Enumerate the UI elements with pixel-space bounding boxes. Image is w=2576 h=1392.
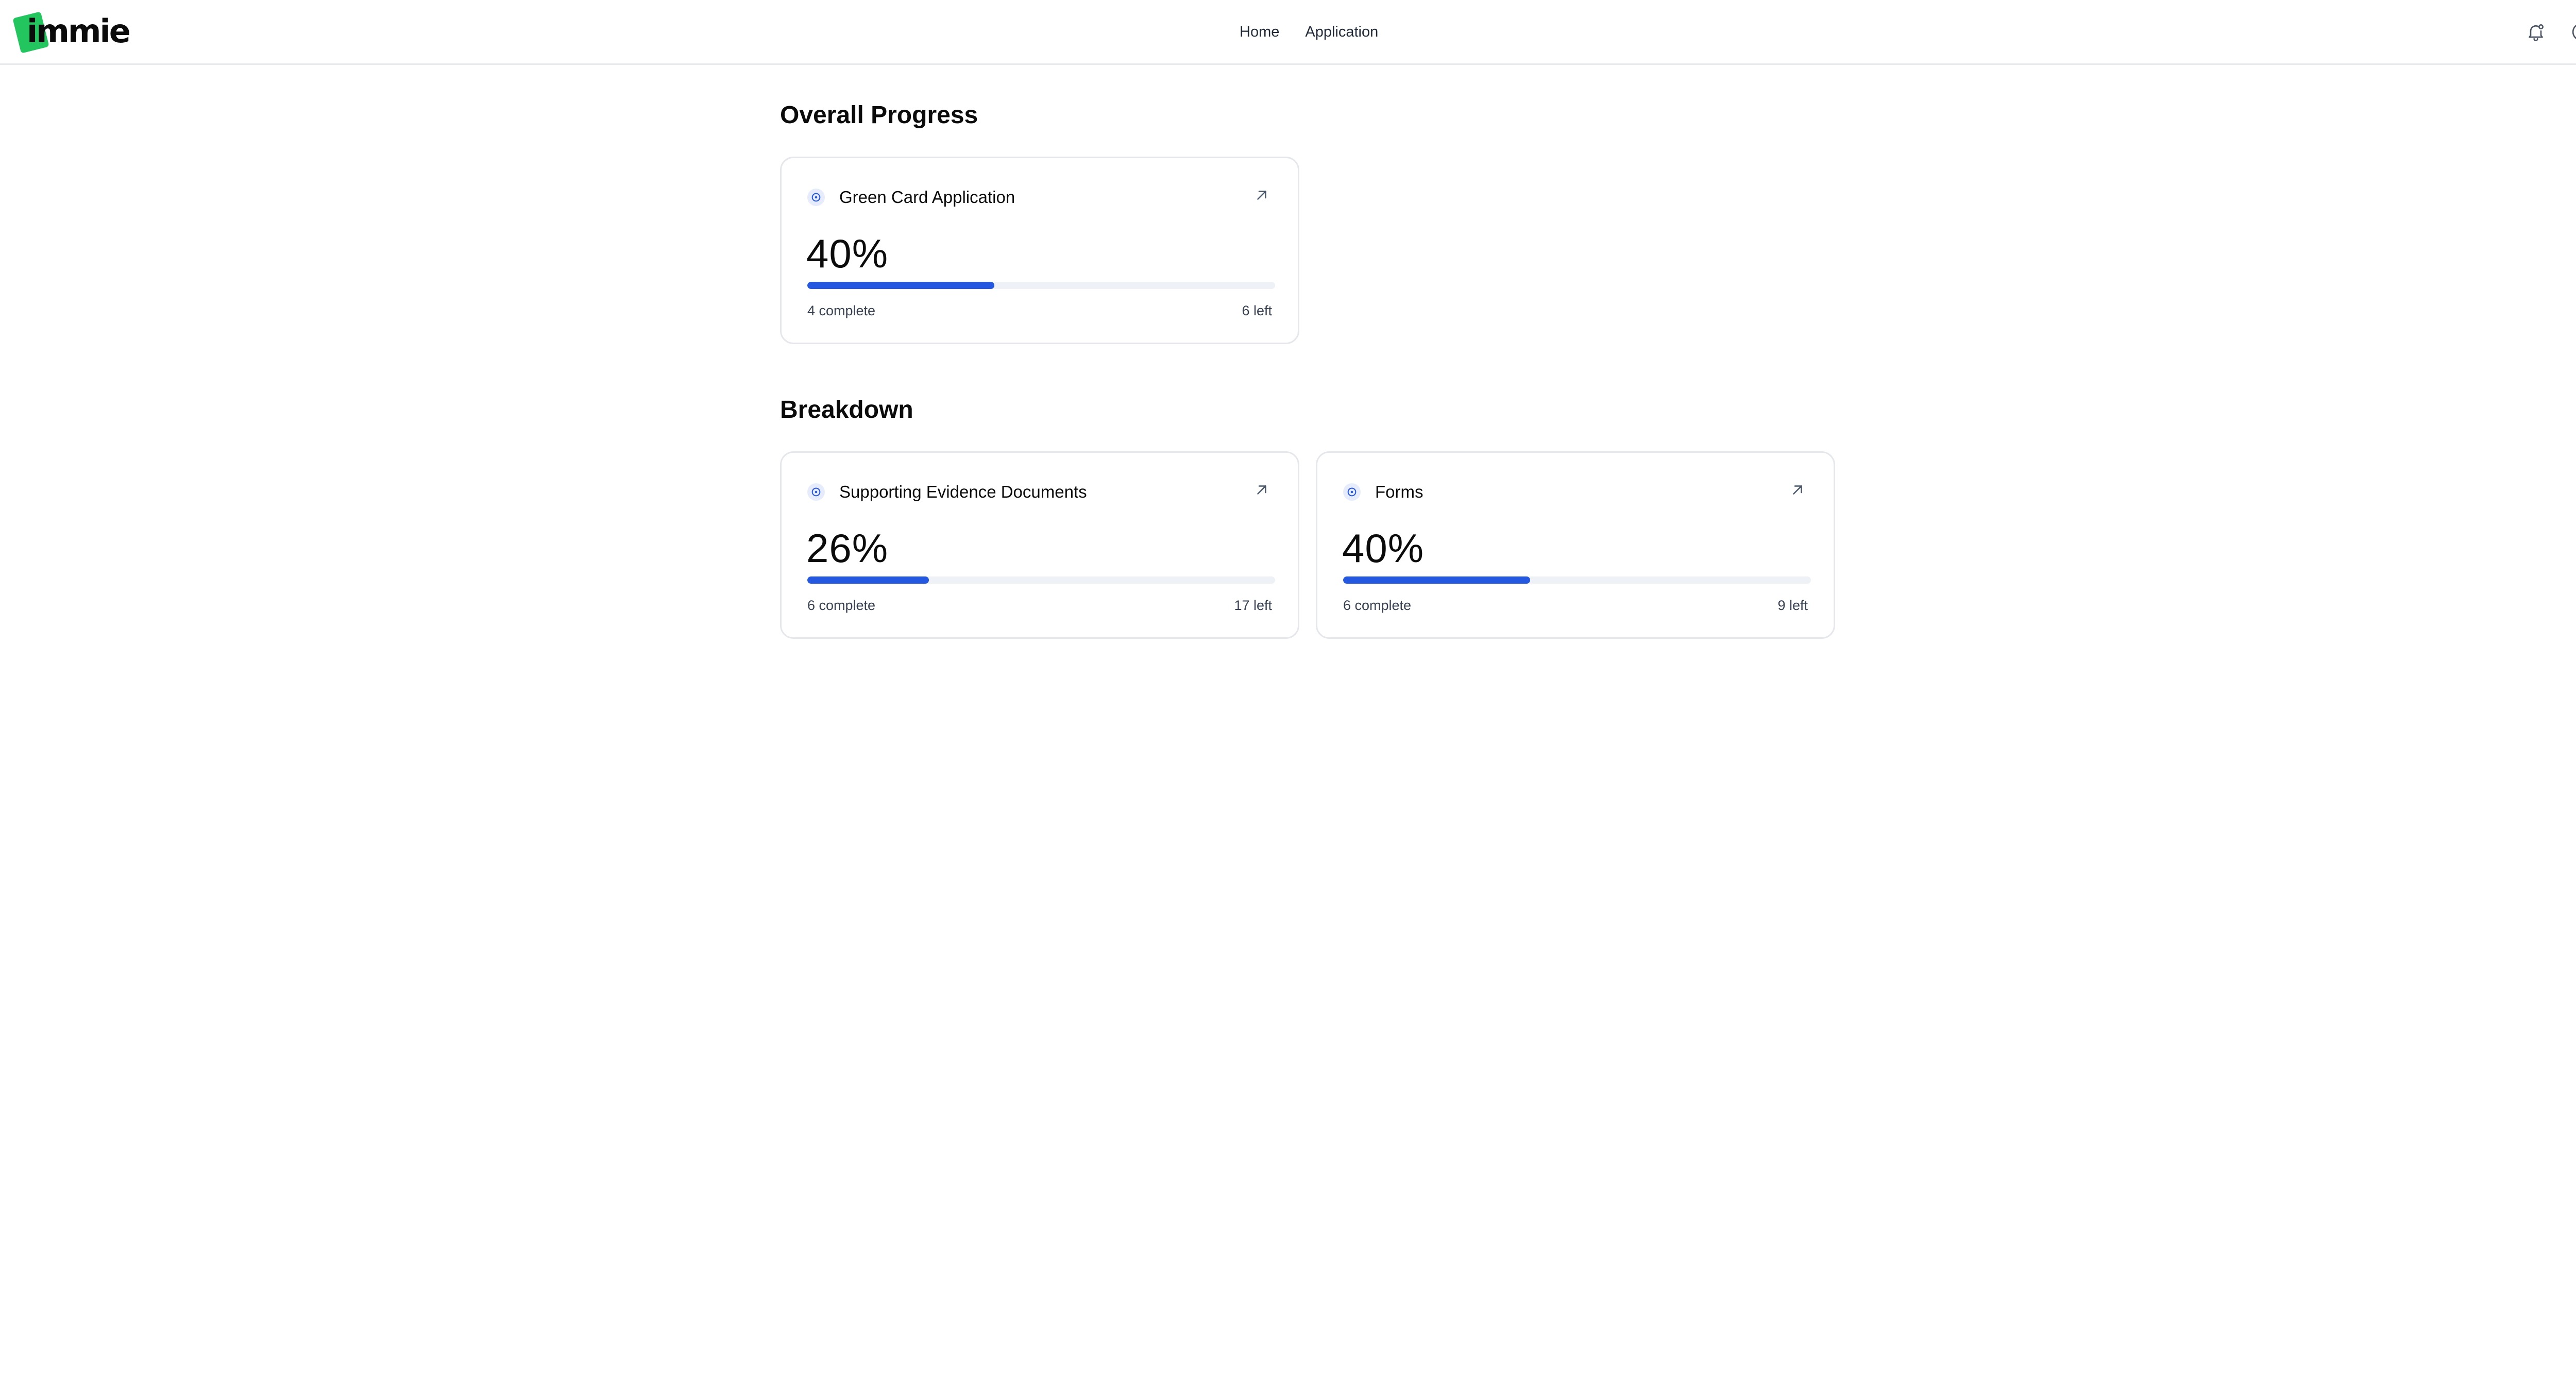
- in-progress-icon: [1343, 483, 1361, 501]
- complete-count: 6 complete: [807, 598, 876, 613]
- nav-application[interactable]: Application: [1305, 21, 1378, 43]
- top-bar: immie Home Application: [0, 0, 2576, 65]
- complete-count: 4 complete: [807, 303, 876, 318]
- remaining-count: 6 left: [1242, 303, 1272, 318]
- progress-percent: 26%: [806, 525, 889, 571]
- card-title: Forms: [1375, 482, 1423, 501]
- progress-bar-fill: [807, 576, 929, 584]
- user-circle-icon[interactable]: [2568, 19, 2576, 45]
- card-header: Green Card Application: [807, 185, 1015, 210]
- card-header: Forms: [1343, 480, 1423, 504]
- progress-percent: 40%: [1342, 525, 1425, 571]
- card-title: Green Card Application: [839, 188, 1015, 207]
- in-progress-icon: [807, 483, 825, 501]
- progress-bar: [807, 282, 1275, 289]
- forms-card[interactable]: Forms 40% 6 complete 9 left: [1316, 451, 1835, 639]
- arrow-up-right-icon[interactable]: [1787, 480, 1808, 500]
- immie-logo[interactable]: immie: [12, 11, 131, 54]
- supporting-evidence-documents-card[interactable]: Supporting Evidence Documents 26% 6 comp…: [780, 451, 1299, 639]
- remaining-count: 17 left: [1234, 598, 1272, 613]
- breakdown-heading: Breakdown: [780, 396, 913, 423]
- main-nav: Home Application: [1240, 21, 1378, 43]
- card-title: Supporting Evidence Documents: [839, 482, 1087, 501]
- in-progress-icon: [807, 189, 825, 206]
- remaining-count: 9 left: [1777, 598, 1808, 613]
- progress-bar: [807, 576, 1275, 584]
- arrow-up-right-icon[interactable]: [1251, 185, 1272, 206]
- logo-text: immie: [27, 12, 131, 50]
- green-card-application-card[interactable]: Green Card Application 40% 4 complete 6 …: [780, 157, 1299, 344]
- complete-count: 6 complete: [1343, 598, 1412, 613]
- progress-percent: 40%: [806, 231, 889, 276]
- progress-bar-fill: [807, 282, 995, 289]
- overall-progress-heading: Overall Progress: [780, 101, 978, 129]
- progress-bar: [1343, 576, 1811, 584]
- arrow-up-right-icon[interactable]: [1251, 480, 1272, 500]
- nav-home[interactable]: Home: [1240, 21, 1279, 43]
- card-header: Supporting Evidence Documents: [807, 480, 1087, 504]
- progress-bar-fill: [1343, 576, 1531, 584]
- bell-icon[interactable]: [2522, 19, 2549, 45]
